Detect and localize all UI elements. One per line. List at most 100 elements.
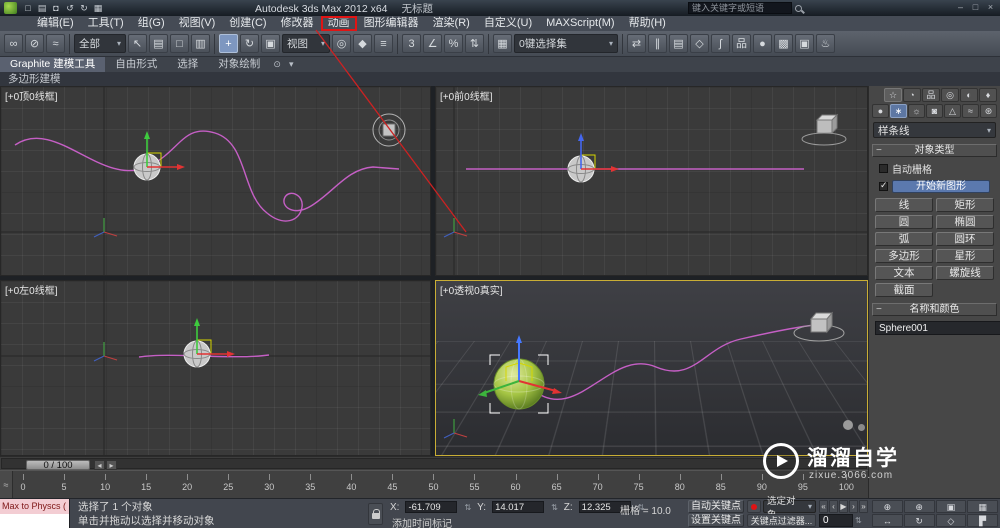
align-icon[interactable]: ∥ [648, 34, 667, 53]
close-button[interactable]: × [983, 0, 998, 14]
viewport-left[interactable]: [+0左0线框] [0, 280, 431, 456]
tab-create-icon[interactable]: ☆ [884, 88, 902, 102]
shape-button-donut[interactable]: 圆环 [936, 232, 994, 246]
selection-filter-dropdown[interactable]: 全部 ▾ [74, 34, 126, 53]
tab-motion-icon[interactable]: ◎ [941, 88, 959, 102]
menu-graph-editors[interactable]: 图形编辑器 [357, 16, 426, 31]
go-to-start-icon[interactable]: « [819, 500, 828, 513]
category-shapes-icon[interactable]: ∗ [890, 104, 907, 118]
unlink-selection-icon[interactable]: ⊘ [25, 34, 44, 53]
rendered-frame-icon[interactable]: ▣ [795, 34, 814, 53]
category-helpers-icon[interactable]: △ [944, 104, 961, 118]
ribbon-tab-selection[interactable]: 选择 [167, 57, 208, 72]
tab-display-icon[interactable]: ◐ [960, 88, 978, 102]
zoom-icon[interactable]: ⊕ [872, 500, 903, 513]
edit-named-selection-sets-icon[interactable]: ▦ [493, 34, 512, 53]
viewport-label-front[interactable]: [+0前0线框] [440, 88, 493, 103]
shape-button-helix[interactable]: 螺旋线 [936, 266, 994, 280]
menu-group[interactable]: 组(G) [131, 16, 172, 31]
tab-utilities-icon[interactable]: ♦ [979, 88, 997, 102]
maximize-button[interactable]: □ [968, 0, 983, 14]
category-systems-icon[interactable]: ⊛ [980, 104, 997, 118]
app-menu-logo-icon[interactable] [4, 2, 17, 14]
zoom-extents-icon[interactable]: ▣ [935, 500, 967, 513]
snaps-toggle-icon[interactable]: 3 [402, 34, 421, 53]
schematic-view-icon[interactable]: 品 [732, 34, 751, 53]
key-filters-button[interactable]: 关键点过滤器... [747, 514, 816, 527]
search-icon[interactable] [795, 4, 802, 12]
ribbon-tab-object-paint[interactable]: 对象绘制 [208, 57, 270, 72]
shape-button-rectangle[interactable]: 矩形 [936, 198, 994, 212]
viewport-front[interactable]: [+0前0线框] [435, 86, 868, 276]
curve-editor-icon[interactable]: ∫ [711, 34, 730, 53]
ribbon-tab-graphite[interactable]: Graphite 建模工具 [0, 57, 106, 72]
select-and-link-icon[interactable]: ∞ [4, 34, 23, 53]
next-frame-step-icon[interactable]: ▸ [106, 460, 117, 470]
select-and-rotate-icon[interactable]: ↻ [240, 34, 259, 53]
layer-manager-icon[interactable]: ▤ [669, 34, 688, 53]
maxscript-mini-listener[interactable]: Max to Physcs ( [0, 499, 70, 528]
render-production-icon[interactable]: ♨ [816, 34, 835, 53]
open-mini-curve-editor-icon[interactable]: ≈ [0, 471, 13, 499]
ribbon-minimize-icon[interactable]: ⊙ [270, 57, 284, 72]
time-slider-handle[interactable]: 0 / 100 [26, 460, 90, 471]
key-filter-set-dropdown[interactable]: 选定对象▾ [763, 496, 816, 521]
category-geometry-icon[interactable]: ● [872, 104, 889, 118]
selection-lock-toggle[interactable] [368, 503, 383, 525]
named-selection-sets-dropdown[interactable]: 0键选择集 ▾ [514, 34, 618, 53]
viewport-label-left[interactable]: [+0左0线框] [5, 282, 58, 297]
save-file-icon[interactable]: ◘ [49, 2, 63, 15]
reference-coordinate-dropdown[interactable]: 视图 ▾ [282, 34, 330, 53]
shape-button-line[interactable]: 线 [875, 198, 933, 212]
shape-button-circle[interactable]: 圆 [875, 215, 933, 229]
play-button-icon[interactable]: ▶ [839, 500, 848, 513]
spinner-snap-icon[interactable]: ⇅ [465, 34, 484, 53]
previous-frame-icon[interactable]: ‹ [829, 500, 838, 513]
time-slider-track[interactable]: 0 / 100 ◂ ▸ [1, 458, 867, 471]
add-time-tag[interactable]: 添加时间标记 [392, 515, 452, 528]
shape-subcategory-dropdown[interactable]: 样条线 ▾ [873, 122, 996, 138]
spinner-icon[interactable]: ⇅ [464, 503, 471, 512]
menu-customize[interactable]: 自定义(U) [477, 16, 539, 31]
orbit-icon[interactable]: ↻ [903, 514, 935, 527]
menu-edit[interactable]: 编辑(E) [30, 16, 81, 31]
menu-tools[interactable]: 工具(T) [81, 16, 131, 31]
listener-line[interactable] [0, 514, 69, 528]
shape-button-ngon[interactable]: 多边形 [875, 249, 933, 263]
menu-help[interactable]: 帮助(H) [622, 16, 673, 31]
ribbon-options-caret-icon[interactable]: ▾ [284, 57, 298, 72]
name-color-rollout[interactable]: − 名称和颜色 [872, 303, 997, 316]
bind-to-space-warp-icon[interactable]: ≈ [46, 34, 65, 53]
category-space-warps-icon[interactable]: ≈ [962, 104, 979, 118]
zoom-extents-all-icon[interactable]: ▦ [967, 500, 998, 513]
menu-create[interactable]: 创建(C) [222, 16, 273, 31]
menu-modifiers[interactable]: 修改器 [274, 16, 321, 31]
set-keys-record-button[interactable] [747, 500, 761, 513]
graphite-toggle-icon[interactable]: ◇ [690, 34, 709, 53]
search-input[interactable] [688, 2, 792, 14]
menu-maxscript[interactable]: MAXScript(M) [539, 16, 621, 31]
material-editor-icon[interactable]: ● [753, 34, 772, 53]
minimize-button[interactable]: – [953, 0, 968, 14]
redo-icon[interactable]: ↻ [77, 2, 91, 15]
category-cameras-icon[interactable]: ◙ [926, 104, 943, 118]
previous-frame-step-icon[interactable]: ◂ [94, 460, 105, 470]
undo-icon[interactable]: ↺ [63, 2, 77, 15]
tab-hierarchy-icon[interactable]: 品 [922, 88, 940, 102]
select-and-move-icon[interactable]: + [219, 34, 238, 53]
set-key-mode-button[interactable]: 设置关键点 [688, 514, 744, 527]
viewport-label-perspective[interactable]: [+0透视0真实] [440, 282, 503, 297]
render-setup-icon[interactable]: ▩ [774, 34, 793, 53]
pan-icon[interactable]: ↔ [872, 514, 903, 527]
project-folder-icon[interactable]: ▦ [91, 2, 105, 15]
category-lights-icon[interactable]: ☼ [908, 104, 925, 118]
viewport-top[interactable]: [+0顶0线框] [0, 86, 431, 276]
tab-modify-icon[interactable]: ◔ [903, 88, 921, 102]
ribbon-panel-label[interactable]: 多边形建模 [8, 73, 61, 85]
shape-button-arc[interactable]: 弧 [875, 232, 933, 246]
maximize-viewport-toggle-icon[interactable]: ▛ [967, 514, 998, 527]
auto-key-button[interactable]: 自动关键点 [688, 500, 744, 513]
viewport-perspective[interactable]: [+0透视0真实] [435, 280, 868, 456]
rectangular-selection-region-icon[interactable]: □ [170, 34, 189, 53]
shape-button-section[interactable]: 截面 [875, 283, 933, 297]
